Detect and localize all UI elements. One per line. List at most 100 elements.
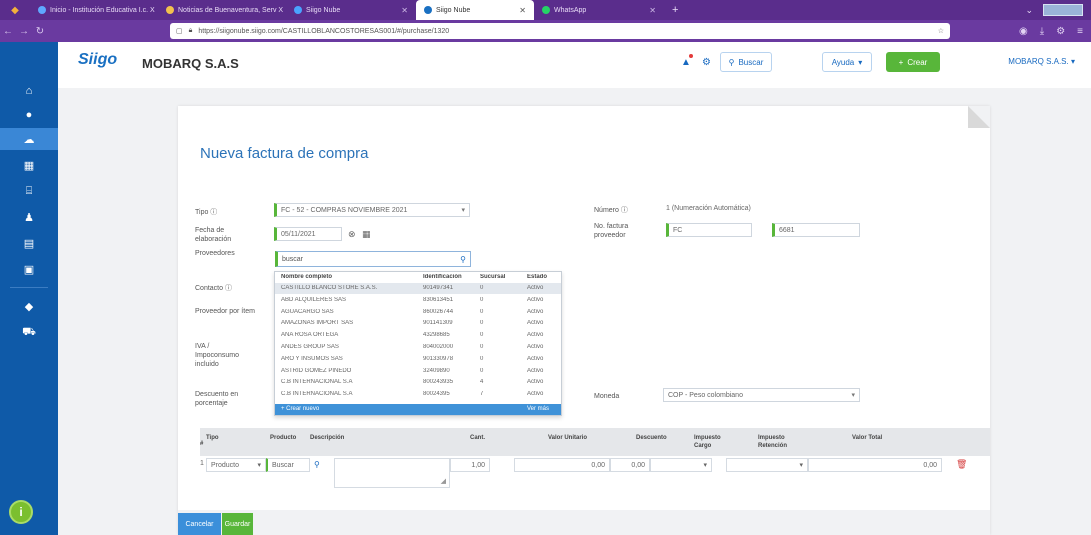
provider-option[interactable]: C.B INTERNACIONAL S.A 80024395 7 Activo	[275, 389, 561, 400]
extensions-icon[interactable]: ⚙	[1056, 26, 1065, 37]
provider-name: ANA ROSA ORTEGA	[281, 332, 339, 339]
nofactura-number-input[interactable]: 6681	[772, 223, 860, 237]
proveedor-item-label: Proveedor por ítem	[195, 308, 255, 315]
tab-close-icon[interactable]: ✕	[519, 6, 526, 15]
row-tipo-select[interactable]: Producto ▾	[206, 458, 266, 472]
provider-option[interactable]: C.B INTERNACIONAL S.A 800243935 4 Activo	[275, 377, 561, 388]
fecha-input[interactable]: 05/11/2021	[274, 227, 342, 241]
proveedores-search-input[interactable]: buscar ⚲	[275, 251, 471, 267]
home-icon[interactable]: ⌂	[0, 80, 58, 102]
tab-close-icon[interactable]: ✕	[649, 6, 656, 15]
tab-favicon-icon	[542, 6, 550, 14]
row-cant-value: 1,00	[471, 461, 485, 469]
cancel-button[interactable]: Cancelar	[178, 513, 221, 535]
search-icon[interactable]: ⚲	[460, 255, 466, 264]
provider-option[interactable]: ANA ROSA ORTEGA 43298685 0 Activo	[275, 330, 561, 341]
provider-option[interactable]: ARO Y INSUMOS SAS 901330978 0 Activo	[275, 354, 561, 365]
help-button[interactable]: Ayuda ▾	[822, 52, 872, 72]
browser-tab-3[interactable]: Siigo Nube ✕	[286, 0, 416, 20]
row-descuento-input[interactable]: 0,00	[610, 458, 650, 472]
browser-tab-5[interactable]: WhatsApp ✕	[534, 0, 664, 20]
chevron-down-icon: ▾	[461, 207, 465, 214]
save-button[interactable]: Guardar	[222, 513, 253, 535]
provider-branch: 4	[480, 379, 484, 386]
window-thumbnail[interactable]	[1043, 4, 1083, 16]
row-impuesto-retencion-select[interactable]: ▾	[726, 458, 808, 472]
provider-option[interactable]: CASTILLO BLANCO STORE S.A.S. 901497341 0 Ac…	[275, 283, 561, 294]
provider-option[interactable]: AMAZONAS IMPORT SAS 901141309 0 Activo	[275, 318, 561, 329]
cart-icon[interactable]: ⛟	[0, 322, 58, 344]
moneda-label: Moneda	[594, 393, 620, 400]
moneda-select[interactable]: COP - Peso colombiano ▾	[663, 388, 860, 402]
bookmark-star-icon[interactable]: ☆	[938, 27, 944, 35]
provider-option[interactable]: ABD ALQUILERES SAS 830613451 0 Activo	[275, 295, 561, 306]
url-field[interactable]: ▢ 🔒︎ https://siigonube.siigo.com/CASTILL…	[170, 23, 950, 39]
siigo-logo[interactable]: Siigo	[78, 51, 117, 69]
eye-icon[interactable]: ◆	[0, 295, 58, 317]
iva-label: IVA / Impoconsumo incluido	[195, 343, 239, 368]
create-button[interactable]: + Crear	[886, 52, 940, 72]
provider-name: AGUACARGO SAS	[281, 308, 334, 315]
browser-menu-icon[interactable]: ≡	[1077, 26, 1083, 37]
provider-option[interactable]: ANDES GROUP SAS 804002000 0 Activo	[275, 342, 561, 353]
tipo-select[interactable]: FC - 52 - COMPRAS NOVIEMBRE 2021 ▾	[274, 203, 470, 217]
resize-handle-icon[interactable]: ◢	[441, 477, 446, 485]
user-menu[interactable]: MOBARQ S.A.S. ▾	[1008, 57, 1075, 66]
info-icon[interactable]: i	[9, 500, 33, 524]
row-producto-input[interactable]: Buscar	[266, 458, 310, 472]
provider-status: Activo	[527, 379, 544, 386]
create-button-label: Crear	[907, 57, 928, 67]
col-descuento: Descuento	[636, 435, 667, 441]
shield-icon[interactable]: ◉	[1019, 26, 1028, 37]
calendar-icon[interactable]: ▦	[362, 229, 371, 240]
dashboard-icon[interactable]: ●	[0, 104, 58, 126]
document-icon[interactable]: ▤	[0, 232, 58, 254]
row-descripcion-textarea[interactable]: ◢	[334, 458, 450, 488]
tab-list-icon[interactable]: ⌄	[1025, 5, 1033, 16]
fecha-label: Fecha de elaboración	[195, 227, 232, 243]
provider-id: 901141309	[423, 320, 453, 327]
browser-tab-2[interactable]: Noticias de Buenaventura, Serv X ✕	[158, 0, 286, 20]
provider-id: 860026744	[423, 308, 454, 315]
calendar-icon[interactable]: ▦	[0, 154, 58, 176]
chevron-down-icon: ▾	[851, 392, 855, 399]
items-table-header: # Tipo Producto Descripción Cant. Valor …	[200, 428, 990, 456]
bank-icon[interactable]: ⌸	[0, 180, 58, 202]
browser-tab-1[interactable]: Inicio - Institución Educativa I.c. X ✕	[30, 0, 158, 20]
clear-date-icon[interactable]: ⊗	[348, 229, 356, 240]
nofactura-prefix-value: FC	[673, 226, 683, 234]
search-icon[interactable]: ⚲	[314, 460, 320, 469]
provider-id: 80024395	[423, 391, 450, 398]
search-button[interactable]: ⚲ Buscar	[720, 52, 772, 72]
provider-status: Activo	[527, 355, 544, 362]
tab-close-icon[interactable]: ✕	[401, 6, 408, 15]
notifications-icon[interactable]: ▲	[681, 57, 691, 68]
new-tab-icon[interactable]: +	[664, 4, 686, 16]
download-icon[interactable]: ⤓	[1040, 26, 1044, 37]
create-provider-link[interactable]: + Crear nuevo	[281, 406, 319, 412]
person-icon[interactable]: ♟	[0, 206, 58, 228]
provider-branch: 0	[480, 355, 484, 362]
forward-icon[interactable]: →	[16, 26, 32, 37]
settings-icon[interactable]: ⚙	[702, 57, 711, 68]
provider-option[interactable]: ASTRID GOMEZ PINEDO 32409890 0 Activo	[275, 366, 561, 377]
browser-menu-icon[interactable]: ◆	[0, 0, 30, 20]
col-impuesto-cargo: Impuesto Cargo	[694, 435, 721, 449]
row-impuesto-cargo-select[interactable]: ▾	[650, 458, 712, 472]
row-cant-input[interactable]: 1,00	[450, 458, 490, 472]
provider-option[interactable]: AGUACARGO SAS 860026744 0 Activo	[275, 307, 561, 318]
browser-tab-4[interactable]: Siigo Nube ✕	[416, 0, 534, 20]
provider-status: Activo	[527, 285, 544, 291]
card-corner-fold	[968, 106, 990, 128]
cloud-icon[interactable]: ☁	[0, 128, 58, 150]
delete-row-icon[interactable]: 🗑︎	[956, 459, 967, 470]
provider-name: AMAZONAS IMPORT SAS	[281, 320, 354, 327]
row-valor-unitario-input[interactable]: 0,00	[514, 458, 610, 472]
reload-icon[interactable]: ↻	[32, 26, 48, 37]
back-icon[interactable]: ←	[0, 26, 16, 37]
folder-icon[interactable]: ▣	[0, 258, 58, 280]
see-more-link[interactable]: Ver más	[527, 406, 549, 412]
left-sidebar: ⌂ ● ☁ ▦ ⌸ ♟ ▤ ▣ ◆ ⛟ i	[0, 42, 58, 535]
provider-name: ANDES GROUP SAS	[281, 344, 339, 350]
nofactura-prefix-input[interactable]: FC	[666, 223, 752, 237]
